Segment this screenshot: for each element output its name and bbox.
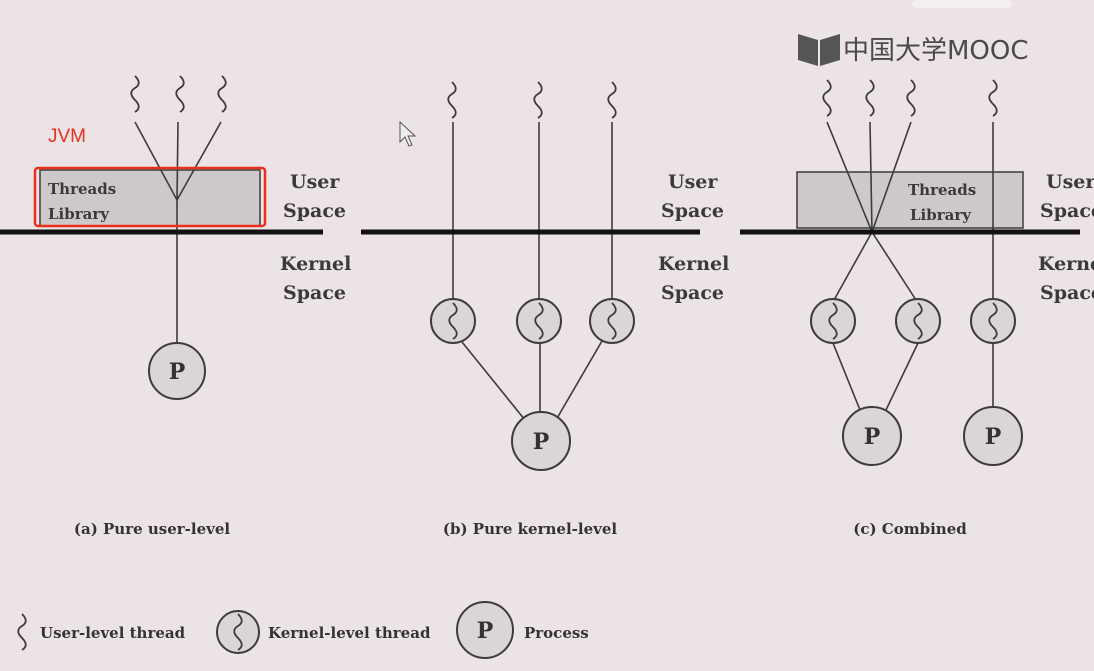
- kernel-thread-c-3: [970, 298, 1016, 344]
- user-thread-b-3: [607, 81, 617, 119]
- kernel-thread-b-2: [516, 298, 562, 344]
- user-thread-c-4: [988, 79, 998, 117]
- threads-label-a: Threads: [48, 180, 116, 198]
- library-label-c: Library: [910, 206, 972, 224]
- legend-process: Process: [524, 624, 589, 642]
- library-label-a: Library: [48, 205, 110, 223]
- mooc-logo-icon: [798, 34, 840, 66]
- process-letter-b: P: [533, 429, 550, 455]
- thread-model-diagram: 中国大学MOOC Threads Library User Space Kern…: [0, 0, 1094, 659]
- process-c-2: P: [963, 406, 1023, 466]
- kernel-label-c: Kernel: [1038, 253, 1094, 275]
- cursor-icon: [399, 120, 417, 147]
- user-thread-c-1: [822, 79, 832, 117]
- caption-c: (c) Combined: [853, 520, 967, 538]
- legend-user-thread: User-level thread: [40, 624, 186, 642]
- user-thread-c-3: [906, 79, 916, 117]
- caption-a: (a) Pure user-level: [74, 520, 231, 538]
- kernel-thread-b-3: [589, 298, 635, 344]
- kernel-label-b: Kernel: [658, 253, 729, 275]
- legend: User-level thread Kernel-level thread P …: [17, 601, 589, 659]
- space-label-c: Space: [1040, 200, 1094, 222]
- panel-b: User Space Kernel Space P (b) Pure kerne…: [361, 81, 729, 538]
- jvm-label: JVM: [48, 126, 86, 147]
- user-label-c: User: [1046, 171, 1094, 193]
- kernel-thread-c-2: [895, 298, 941, 344]
- space-label-b: Space: [661, 200, 724, 222]
- kernel-space-label-c: Space: [1040, 282, 1094, 304]
- user-label-b: User: [668, 171, 718, 193]
- kernel-thread-icon: [216, 610, 260, 654]
- process-letter-a: P: [169, 359, 186, 385]
- threads-label-c: Threads: [908, 181, 976, 199]
- panel-a: Threads Library User Space Kernel Space …: [0, 75, 351, 538]
- legend-process-letter: P: [477, 618, 494, 644]
- panel-c: Threads Library User Space Kernel Space: [740, 79, 1094, 538]
- kernel-label-a: Kernel: [280, 253, 351, 275]
- user-thread-a-1: [130, 75, 140, 113]
- process-icon: P: [456, 601, 514, 659]
- legend-kernel-thread: Kernel-level thread: [268, 624, 431, 642]
- user-label-a: User: [290, 171, 340, 193]
- mooc-logo: 中国大学MOOC: [798, 34, 1029, 66]
- user-thread-a-3: [217, 75, 227, 113]
- squiggle-icon: [17, 613, 27, 651]
- kernel-space-label-a: Space: [283, 282, 346, 304]
- logo-text: 中国大学MOOC: [843, 36, 1029, 66]
- process-a: P: [148, 342, 206, 400]
- window-top-bar: [912, 0, 1012, 8]
- kernel-thread-b-1: [430, 298, 476, 344]
- process-c-1: P: [842, 406, 902, 466]
- kernel-thread-c-1: [810, 298, 856, 344]
- space-label-a: Space: [283, 200, 346, 222]
- user-thread-a-2: [175, 75, 185, 113]
- user-thread-c-2: [865, 79, 875, 117]
- kernel-space-label-b: Space: [661, 282, 724, 304]
- process-b: P: [511, 411, 571, 471]
- caption-b: (b) Pure kernel-level: [443, 520, 617, 538]
- user-thread-b-2: [533, 81, 543, 119]
- process-letter-c-1: P: [864, 424, 881, 450]
- process-letter-c-2: P: [985, 424, 1002, 450]
- user-thread-b-1: [447, 81, 457, 119]
